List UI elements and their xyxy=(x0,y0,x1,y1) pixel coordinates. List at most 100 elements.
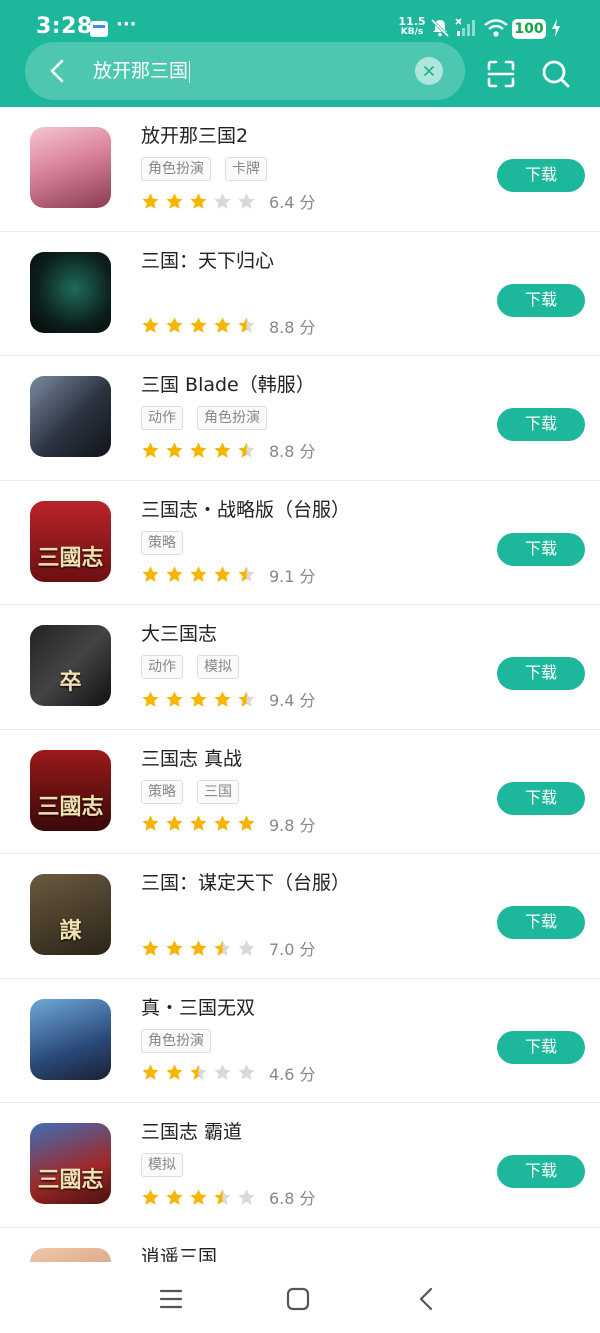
app-tag[interactable]: 策略 xyxy=(141,530,183,555)
download-button[interactable]: 下载 xyxy=(497,408,585,441)
status-time: 3:28 xyxy=(36,14,93,39)
star-filled-icon xyxy=(166,192,183,209)
download-button[interactable]: 下载 xyxy=(497,532,585,566)
app-list-item[interactable]: 三国：天下归心 8.8 分 下载 xyxy=(0,232,600,356)
bell-muted-icon xyxy=(430,18,450,38)
top-header: 3:28 ··· 11.5 KB/s 100 放开那三国 xyxy=(0,0,600,107)
search-results-list[interactable]: 放开那三国2 角色扮演 卡牌 6.4 分下载 三国：天下归心 8.8 分下载 三国 Blad… xyxy=(0,107,600,1262)
app-tags: 角色扮演 xyxy=(141,1028,225,1053)
app-tag[interactable]: 三国 xyxy=(197,779,239,804)
app-list-item[interactable]: 放开那三国2 角色扮演 卡牌 6.4 分下载 xyxy=(0,107,600,232)
app-list-item[interactable]: 逍遥三国 xyxy=(0,1228,600,1263)
partial-icon[interactable] xyxy=(30,1247,111,1262)
system-nav-bar xyxy=(0,1262,600,1333)
back-icon[interactable] xyxy=(414,1286,440,1312)
app-tag[interactable]: 动作 xyxy=(141,655,183,679)
app-rating: 9.4 分 xyxy=(141,689,316,710)
app-icon-text: 三國志 xyxy=(37,544,104,571)
search-input[interactable]: 放开那三国 xyxy=(93,58,191,84)
app-name[interactable]: 大三国志 xyxy=(141,621,217,647)
app-tag[interactable]: 模拟 xyxy=(141,1153,183,1177)
star-filled-icon xyxy=(214,441,231,458)
star-filled-icon xyxy=(142,815,159,831)
app-tag[interactable]: 角色扮演 xyxy=(197,406,267,430)
star-filled-icon xyxy=(190,815,207,831)
app-tag[interactable]: 模拟 xyxy=(197,655,239,679)
app-list-item[interactable]: 真・三国无双 角色扮演 4.6 分 下载 xyxy=(0,979,600,1103)
star-filled-icon xyxy=(166,939,183,956)
app-name[interactable]: 三国志 真战 xyxy=(141,746,242,772)
calligraphy-icon[interactable] xyxy=(30,251,111,333)
app-tags: 策略 三国 xyxy=(141,779,253,804)
mou-character-icon[interactable]: 謀 xyxy=(30,874,111,955)
app-score: 7.0 分 xyxy=(269,940,316,959)
status-bar: 3:28 ··· 11.5 KB/s 100 xyxy=(0,0,600,46)
app-tags: 模拟 xyxy=(141,1153,197,1177)
app-list-item[interactable]: 謀 三国：谋定天下（台服） 7.0 分 下载 xyxy=(0,854,600,979)
app-tag[interactable]: 策略 xyxy=(141,779,183,804)
star-filled-icon xyxy=(166,441,183,458)
home-icon[interactable] xyxy=(285,1286,311,1312)
app-list-item[interactable]: 三國志 三国志・战略版（台服） 策略 9.1 分 下载 xyxy=(0,481,600,605)
zu-character-icon[interactable]: 卒 xyxy=(30,625,111,706)
search-icon[interactable] xyxy=(541,59,571,89)
download-button[interactable]: 下载 xyxy=(497,906,585,939)
net-speed-unit: KB/s xyxy=(400,27,424,37)
star-filled-icon xyxy=(166,690,183,707)
app-tags: 策略 xyxy=(141,530,197,555)
app-list-item[interactable]: 三國志 三国志 真战 策略 三国 9.8 分 下载 xyxy=(0,730,600,854)
download-button[interactable]: 下载 xyxy=(497,159,585,192)
download-button[interactable]: 下载 xyxy=(497,283,585,317)
star-empty-icon xyxy=(238,1064,255,1080)
signal-icon xyxy=(455,18,475,36)
hero-portrait-icon[interactable] xyxy=(30,998,111,1080)
app-tag[interactable]: 角色扮演 xyxy=(141,157,211,181)
warrior-icon[interactable] xyxy=(30,376,111,457)
star-half-icon xyxy=(238,441,255,458)
app-list-item[interactable]: 三国 Blade（韩服） 动作 角色扮演 8.8 分下载 xyxy=(0,356,600,481)
sanguozhi-logo-icon[interactable]: 三國志 xyxy=(30,500,111,582)
anime-girl-icon[interactable] xyxy=(30,127,111,208)
app-icon-text: 三國志 xyxy=(37,793,104,820)
app-tags: 角色扮演 卡牌 xyxy=(141,157,281,181)
app-tag[interactable]: 动作 xyxy=(141,406,183,430)
search-bar[interactable] xyxy=(25,42,465,100)
download-button[interactable]: 下载 xyxy=(497,1030,585,1064)
sanguozhi-zhenzhan-icon[interactable]: 三國志 xyxy=(30,749,111,831)
search-query: 放开那三国 xyxy=(93,60,189,82)
clear-search-icon[interactable] xyxy=(415,57,443,85)
app-name[interactable]: 三国 Blade（韩服） xyxy=(141,372,315,398)
star-filled-icon xyxy=(142,317,159,333)
star-empty-icon xyxy=(238,1188,255,1205)
download-button[interactable]: 下载 xyxy=(497,1155,585,1188)
app-name[interactable]: 真・三国无双 xyxy=(141,995,255,1021)
scan-icon[interactable] xyxy=(486,59,516,89)
star-filled-icon xyxy=(214,566,231,582)
app-name[interactable]: 三国志 霸道 xyxy=(141,1119,242,1145)
app-name[interactable]: 放开那三国2 xyxy=(141,123,248,149)
menu-icon[interactable] xyxy=(158,1286,184,1312)
app-score: 9.8 分 xyxy=(269,815,316,835)
star-filled-icon xyxy=(142,939,159,956)
app-tag[interactable]: 卡牌 xyxy=(225,157,267,181)
app-name[interactable]: 三国：谋定天下（台服） xyxy=(141,870,350,896)
app-name[interactable]: 三国：天下归心 xyxy=(141,248,274,274)
app-tags: 动作 模拟 xyxy=(141,655,253,679)
app-name[interactable]: 逍遥三国 xyxy=(141,1244,217,1263)
star-filled-icon xyxy=(214,317,231,333)
app-tag[interactable]: 角色扮演 xyxy=(141,1028,211,1053)
star-filled-icon xyxy=(166,815,183,831)
star-filled-icon xyxy=(166,1064,183,1080)
app-list-item[interactable]: 三國志 三国志 霸道 模拟 6.8 分 下载 xyxy=(0,1103,600,1228)
app-rating: 8.8 分 xyxy=(141,316,316,337)
app-name[interactable]: 三国志・战略版（台服） xyxy=(141,497,350,523)
star-half-icon xyxy=(238,690,255,707)
wifi-icon xyxy=(484,19,508,37)
back-arrow-icon[interactable] xyxy=(44,57,72,85)
download-button[interactable]: 下载 xyxy=(497,657,585,690)
general-portrait-icon[interactable]: 三國志 xyxy=(30,1123,111,1204)
app-list-item[interactable]: 卒 大三国志动作 模拟 9.4 分 下载 xyxy=(0,605,600,730)
app-tags: 动作 角色扮演 xyxy=(141,406,281,430)
download-button[interactable]: 下载 xyxy=(497,781,585,815)
star-half-icon xyxy=(214,1188,231,1205)
